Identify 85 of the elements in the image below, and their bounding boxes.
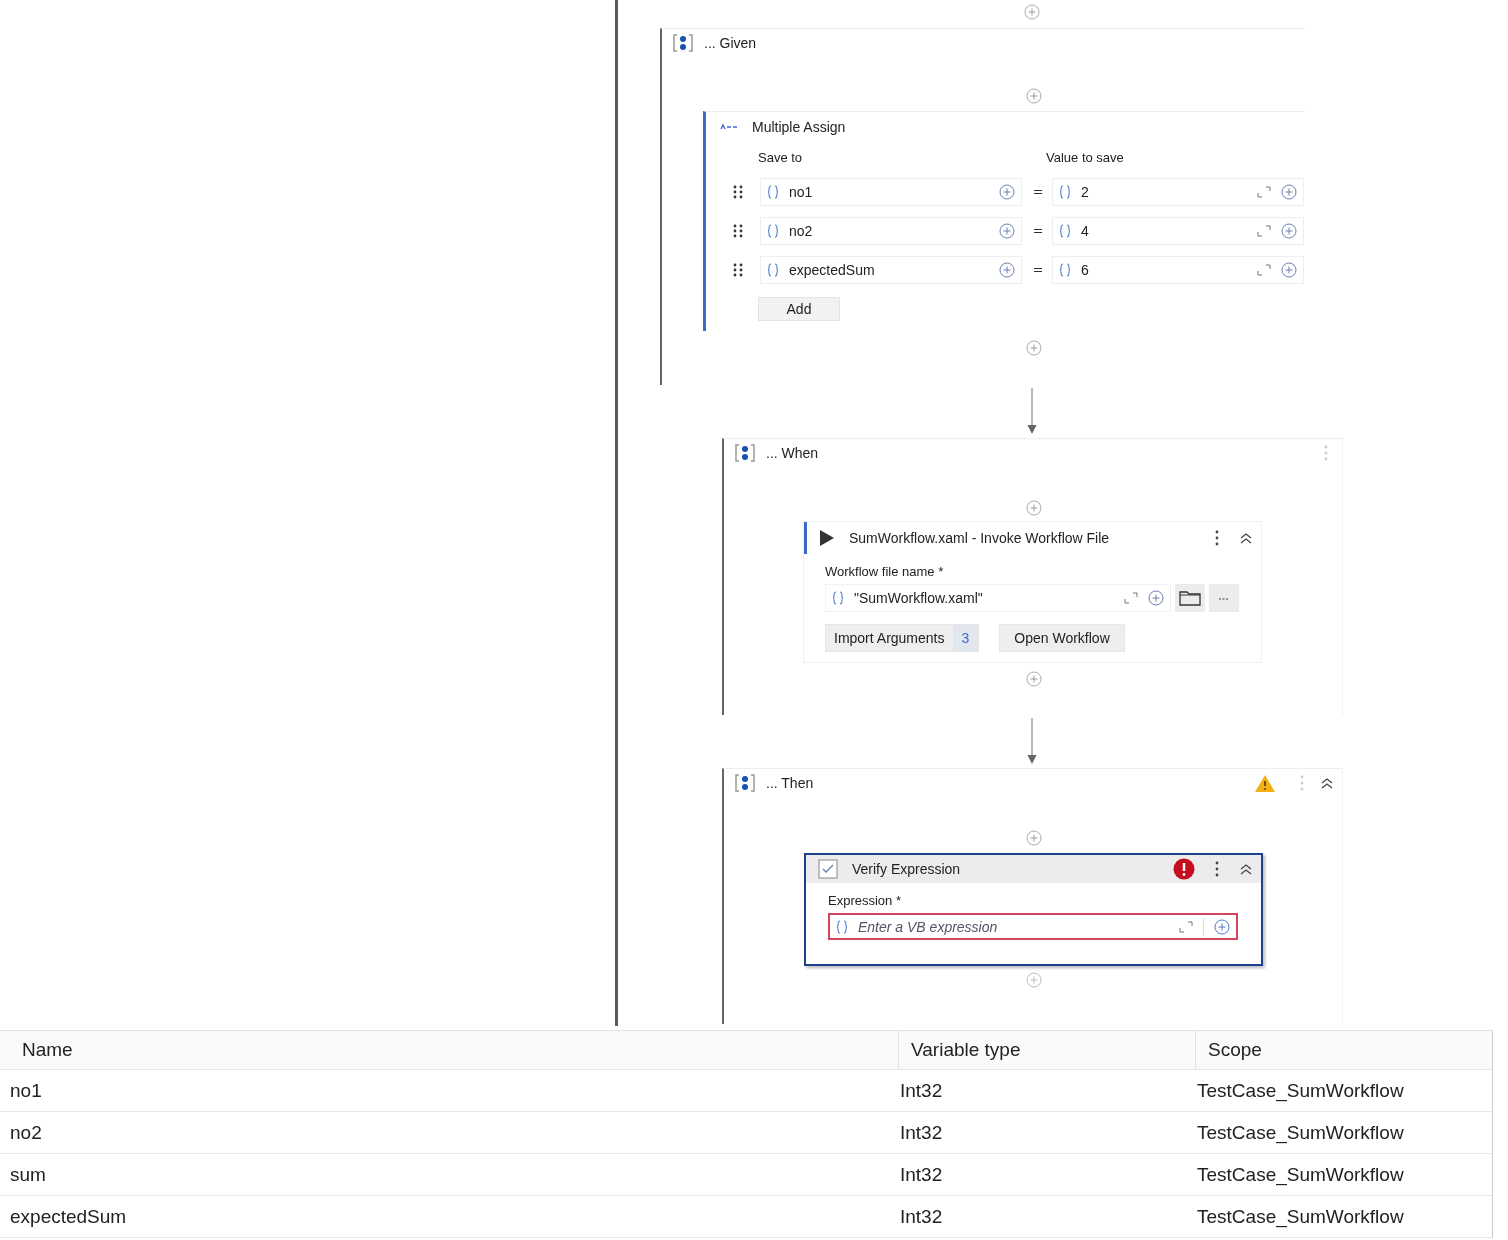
table-cell-text: no1 [9,1079,43,1102]
add-button[interactable]: Add [758,297,840,321]
checkbox-icon [818,859,838,879]
column-header[interactable]: Scope [1195,1031,1490,1069]
sequence-icon [734,773,756,793]
expression-icon [1059,262,1071,277]
table-cell-text: TestCase_SumWorkflow [1196,1205,1405,1228]
add-icon[interactable] [1214,918,1230,935]
add-icon[interactable] [1148,590,1164,606]
activity-title: SumWorkflow.xaml - Invoke Workflow File [849,530,1110,546]
play-icon [819,529,835,547]
column-header[interactable]: Variable type [898,1031,1195,1069]
table-cell-text: TestCase_SumWorkflow [1196,1079,1405,1102]
browse-folder-button[interactable] [1175,584,1205,612]
drag-handle-icon[interactable] [733,223,743,238]
collapse-icon[interactable] [1239,863,1253,875]
add-icon[interactable] [1026,972,1042,988]
add-icon[interactable] [999,222,1015,239]
expression-icon [836,919,848,934]
collapse-icon[interactable] [1320,777,1334,789]
equals-icon [1034,266,1042,273]
folder-icon [1179,590,1201,606]
table-cell-text: Int32 [899,1205,944,1228]
table-cell-text: expectedSum [9,1205,128,1228]
activity-title: Verify Expression [852,861,961,877]
save-to-field[interactable]: no1 [760,177,1022,206]
argument-count: 3 [952,625,979,651]
column-label: Save to [758,149,804,165]
add-icon[interactable] [1026,88,1042,104]
field-label: Expression * [828,893,902,910]
value-field[interactable]: 4 [1052,216,1304,245]
expand-icon[interactable] [1124,592,1138,604]
add-icon[interactable] [1026,671,1042,687]
add-icon[interactable] [999,261,1015,278]
value-field[interactable]: 6 [1052,255,1304,284]
add-icon[interactable] [1024,4,1040,20]
expression-icon [767,184,779,199]
expression-icon [767,223,779,238]
add-icon[interactable] [1281,222,1297,239]
collapse-icon[interactable] [1239,532,1253,544]
add-icon[interactable] [1026,500,1042,516]
open-workflow-button[interactable]: Open Workflow [999,624,1125,652]
expand-icon[interactable] [1257,263,1271,276]
value-field[interactable]: 2 [1052,177,1304,206]
sequence-title: ... Given [704,35,757,51]
equals-icon [1034,227,1042,234]
add-icon[interactable] [1281,183,1297,200]
ellipsis-icon [1218,596,1230,600]
table-cell-text: Int32 [899,1079,944,1102]
assign-icon [720,123,738,131]
table-cell-text: sum [9,1163,47,1186]
column-label: Value to save [1046,149,1124,165]
table-cell-text: TestCase_SumWorkflow [1196,1163,1405,1186]
save-to-field[interactable]: no2 [760,216,1022,245]
table-cell-text: TestCase_SumWorkflow [1196,1121,1405,1144]
table-cell-text: Int32 [899,1121,944,1144]
expression-icon [767,262,779,277]
button-label: Import Arguments [834,630,945,646]
import-arguments-button[interactable]: Import Arguments 3 [825,624,980,652]
expand-icon[interactable] [1257,185,1271,198]
column-header[interactable]: Name [0,1039,898,1061]
sequence-icon [672,33,694,53]
field-label: Workflow file name * [825,564,945,581]
save-to-field[interactable]: expectedSum [760,255,1022,284]
add-icon[interactable] [1026,830,1042,846]
expression-icon [1059,223,1071,238]
workflow-file-field[interactable]: "SumWorkflow.xaml" [825,584,1171,612]
equals-icon [1034,188,1042,195]
sequence-icon [734,443,756,463]
expression-icon [1059,184,1071,199]
expression-icon [832,591,844,605]
table-cell-text: Int32 [899,1163,944,1186]
expression-input[interactable]: Enter a VB expression [858,918,1169,935]
add-icon[interactable] [1026,340,1042,356]
drag-handle-icon[interactable] [733,262,743,277]
activity-title: Multiple Assign [752,119,846,135]
drag-handle-icon[interactable] [733,184,743,199]
add-icon[interactable] [1281,261,1297,278]
add-icon[interactable] [999,183,1015,200]
sequence-title: ... Then [766,775,814,791]
expression-field[interactable]: Enter a VB expression [828,913,1238,940]
sequence-title: ... When [766,445,819,461]
expand-icon[interactable] [1179,920,1193,933]
table-cell-text: no2 [9,1121,43,1144]
expand-icon[interactable] [1257,224,1271,237]
